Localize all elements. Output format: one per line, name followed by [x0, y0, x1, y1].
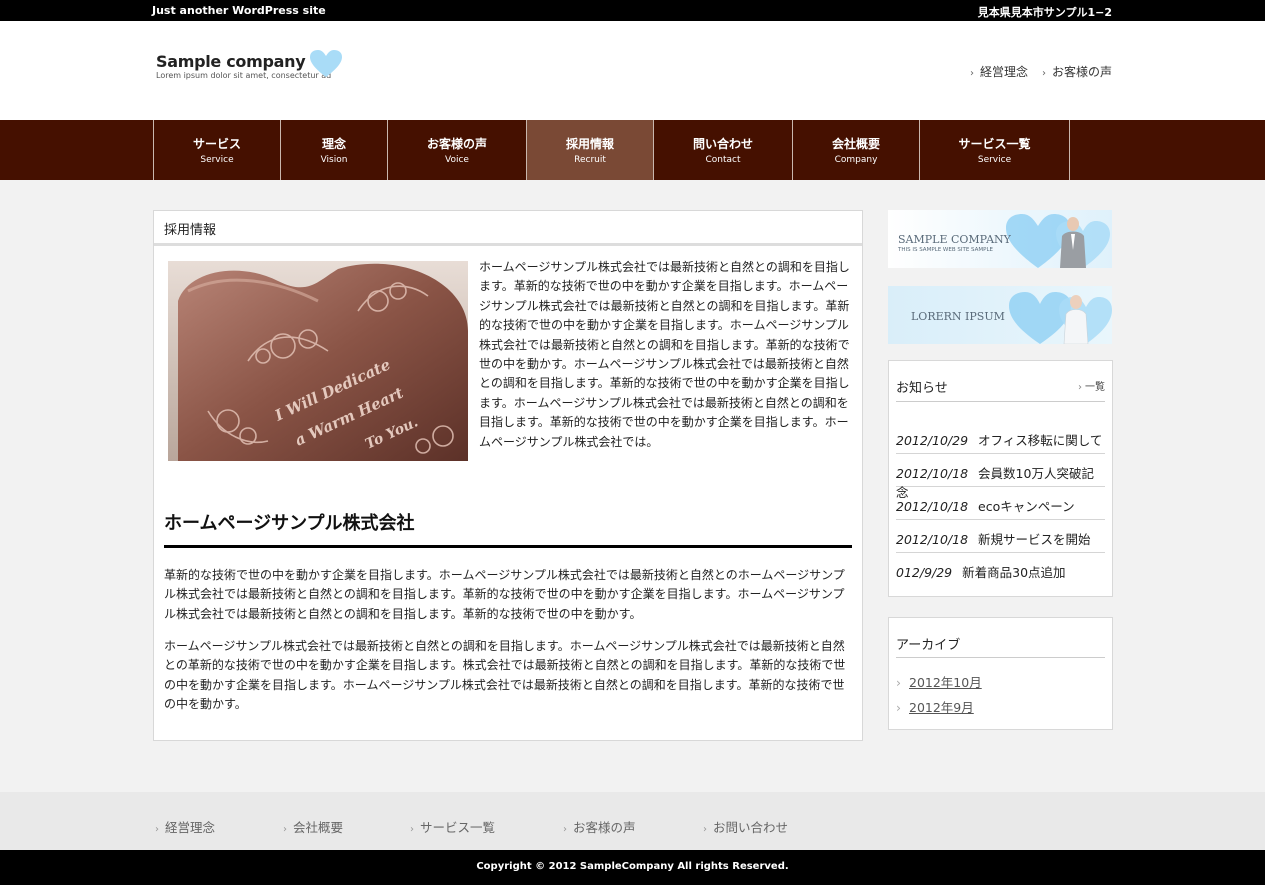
nav-label-ja: サービス一覧 [958, 137, 1031, 151]
nav-label-en: Company [834, 155, 878, 165]
news-divider [896, 401, 1105, 402]
news-title-text: オフィス移転に関して [978, 433, 1103, 448]
archive-widget: アーカイブ 2012年10月 2012年9月 [888, 617, 1113, 730]
footer-link-voice[interactable]: お客様の声 [563, 817, 636, 836]
nav-item-service-list[interactable]: サービス一覧 Service [920, 120, 1070, 180]
footer-link-company[interactable]: 会社概要 [283, 817, 343, 836]
footer-link-contact[interactable]: お問い合わせ [703, 817, 788, 836]
archive-title: アーカイブ [896, 638, 961, 653]
news-date: 2012/10/18 [896, 532, 969, 547]
nav-label-en: Recruit [574, 155, 606, 165]
banner1-title: SAMPLE COMPANY [898, 233, 1011, 246]
site-header: Sample company Lorem ipsum dolor sit ame… [0, 21, 1265, 120]
nav-label-ja: 会社概要 [831, 137, 880, 151]
footer-link-service-list[interactable]: サービス一覧 [410, 817, 495, 836]
archive-divider [896, 657, 1105, 658]
lorem-ipsum-banner[interactable]: LORERN IPSUM [888, 286, 1112, 344]
archive-link[interactable]: 2012年10月 [896, 672, 982, 691]
company-heading: ホームページサンプル株式会社 [164, 509, 852, 548]
header-link-philosophy[interactable]: 経営理念 [970, 63, 1028, 80]
news-date: 2012/10/29 [896, 433, 969, 448]
banner1-subtitle: THIS IS SAMPLE WEB SITE SAMPLE [898, 247, 994, 253]
copyright: Copyright © 2012 SampleCompany All right… [0, 850, 1265, 885]
nav-item-vision[interactable]: 理念 Vision [281, 120, 388, 180]
intro-text: ホームページサンプル株式会社では最新技術と自然との調和を目指します。革新的な技術… [479, 260, 850, 449]
news-more-link[interactable]: 一覧 [1078, 378, 1105, 393]
nav-item-service[interactable]: サービス Service [154, 120, 281, 180]
news-item[interactable]: 2012/10/18 新規サービスを開始 [896, 520, 1105, 553]
footer-link-philosophy[interactable]: 経営理念 [155, 817, 215, 836]
nav-label-ja: 理念 [321, 137, 346, 151]
top-bar: Just another WordPress site 見本県見本市サンプル1−… [0, 0, 1265, 21]
banner2-title: LORERN IPSUM [911, 310, 1005, 323]
nav-label-ja: 問い合わせ [692, 137, 753, 151]
body-paragraph-1: 革新的な技術で世の中を動かす企業を目指します。ホームページサンプル株式会社では最… [164, 568, 845, 621]
nav-item-contact[interactable]: 問い合わせ Contact [654, 120, 793, 180]
news-item[interactable]: 2012/10/18 ecoキャンペーン [896, 487, 1105, 520]
news-title-text: ecoキャンペーン [978, 499, 1075, 514]
nav-label-en: Contact [705, 155, 741, 165]
news-item[interactable]: 012/9/29 新着商品30点追加 [896, 553, 1105, 586]
site-tagline: Just another WordPress site [152, 4, 326, 17]
nav-label-ja: 採用情報 [565, 137, 614, 151]
logo-heart-icon [310, 50, 342, 77]
nav-label-en: Service [200, 155, 234, 165]
header-links: 経営理念 お客様の声 [970, 63, 1112, 80]
news-item[interactable]: 2012/10/18 会員数10万人突破記念 [896, 454, 1105, 500]
header-link-voice[interactable]: お客様の声 [1042, 63, 1112, 80]
global-nav: サービス Service 理念 Vision お客様の声 Voice 採用情報 … [0, 120, 1265, 180]
nav-item-company[interactable]: 会社概要 Company [793, 120, 920, 180]
footer-nav: 経営理念 会社概要 サービス一覧 お客様の声 お問い合わせ [0, 792, 1265, 850]
nav-label-en: Voice [445, 155, 469, 165]
chocolate-heart-image: I Will Dedicate a Warm Heart To You. [168, 261, 468, 461]
news-date: 012/9/29 [896, 565, 953, 580]
news-date: 2012/10/18 [896, 499, 969, 514]
nav-label-en: Vision [320, 155, 348, 165]
news-title-text: 新着商品30点追加 [962, 565, 1066, 580]
page-title: 採用情報 [154, 211, 862, 246]
archive-link[interactable]: 2012年9月 [896, 697, 974, 716]
logo-name: Sample company [156, 52, 306, 71]
nav-item-voice[interactable]: お客様の声 Voice [388, 120, 527, 180]
news-date: 2012/10/18 [896, 466, 969, 481]
nav-label-ja: サービス [192, 137, 241, 151]
nav-item-recruit[interactable]: 採用情報 Recruit [527, 120, 654, 180]
news-title: お知らせ [896, 381, 948, 396]
news-title-text: 新規サービスを開始 [978, 532, 1091, 547]
logo-subtitle: Lorem ipsum dolor sit amet, consectetur … [156, 71, 332, 80]
news-widget: お知らせ 一覧 2012/10/29 オフィス移転に関して 2012/10/18会… [888, 360, 1113, 597]
news-item[interactable]: 2012/10/29 オフィス移転に関して [896, 421, 1105, 454]
body-paragraph-2: ホームページサンプル株式会社では最新技術と自然との調和を目指します。ホームページ… [164, 639, 846, 712]
nav-label-en: Service [977, 155, 1012, 165]
main-content: 採用情報 I Will Dedicate a Warm Heart To You… [153, 210, 863, 741]
site-address: 見本県見本市サンプル1−2 [977, 6, 1112, 19]
site-logo[interactable]: Sample company Lorem ipsum dolor sit ame… [156, 50, 356, 90]
sample-company-banner[interactable]: SAMPLE COMPANY THIS IS SAMPLE WEB SITE S… [888, 210, 1112, 268]
nav-label-ja: お客様の声 [426, 137, 487, 151]
